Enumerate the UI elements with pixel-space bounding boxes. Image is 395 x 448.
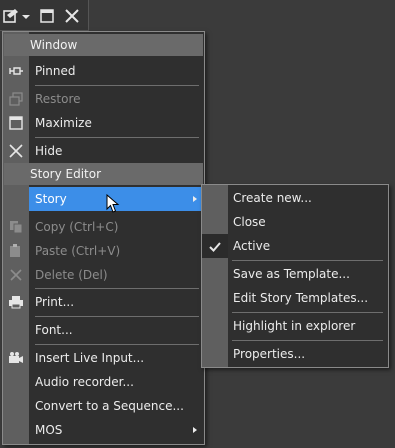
delete-item[interactable]: Delete (Del) (3, 263, 204, 287)
dropdown-arrow-icon[interactable] (20, 6, 32, 26)
close-icon[interactable] (62, 6, 82, 26)
separator (35, 316, 199, 317)
print-icon (8, 295, 24, 309)
separator (232, 340, 383, 341)
print-item[interactable]: Print... (3, 290, 204, 314)
create-new-item[interactable]: Create new... (202, 186, 388, 210)
font-item[interactable]: Font... (3, 318, 204, 342)
separator (35, 344, 199, 345)
active-label: Active (233, 239, 271, 253)
story-editor-header-label: Story Editor (30, 167, 102, 181)
maximize-icon (8, 116, 24, 130)
context-menu: Window Pinned Restore Maximize Hide Stor… (2, 31, 205, 445)
save-as-template-label: Save as Template... (233, 267, 350, 281)
live-input-icon (8, 351, 24, 365)
separator (35, 137, 199, 138)
mos-item[interactable]: MOS (3, 418, 204, 442)
pinned-item[interactable]: Pinned (3, 59, 204, 83)
properties-item[interactable]: Properties... (202, 342, 388, 366)
restore-icon (8, 92, 24, 106)
convert-sequence-label: Convert to a Sequence... (35, 399, 184, 413)
submenu-arrow-icon (193, 196, 197, 202)
insert-live-input-label: Insert Live Input... (35, 351, 145, 365)
separator (232, 312, 383, 313)
story-submenu: Create new... Close Active Save as Templ… (201, 184, 389, 368)
highlight-in-explorer-label: Highlight in explorer (233, 319, 356, 333)
maximize-item[interactable]: Maximize (3, 111, 204, 135)
paste-item[interactable]: Paste (Ctrl+V) (3, 239, 204, 263)
print-label: Print... (35, 295, 75, 309)
maximize-icon[interactable] (37, 6, 57, 26)
separator (35, 288, 199, 289)
submenu-arrow-icon (193, 427, 197, 433)
audio-recorder-item[interactable]: Audio recorder... (3, 370, 204, 394)
copy-icon (8, 220, 24, 234)
save-as-template-item[interactable]: Save as Template... (202, 262, 388, 286)
copy-label: Copy (Ctrl+C) (35, 220, 119, 234)
convert-sequence-item[interactable]: Convert to a Sequence... (3, 394, 204, 418)
hide-icon (8, 144, 24, 158)
highlight-in-explorer-item[interactable]: Highlight in explorer (202, 314, 388, 338)
close-label: Close (233, 215, 266, 229)
menu-icon[interactable] (2, 6, 22, 26)
create-new-label: Create new... (233, 191, 312, 205)
properties-label: Properties... (233, 347, 306, 361)
edit-story-templates-item[interactable]: Edit Story Templates... (202, 286, 388, 310)
restore-label: Restore (35, 92, 81, 106)
audio-recorder-label: Audio recorder... (35, 375, 134, 389)
maximize-label: Maximize (35, 116, 92, 130)
mouse-cursor-icon (106, 194, 120, 214)
separator (232, 260, 383, 261)
pinned-label: Pinned (35, 64, 76, 78)
edit-story-templates-label: Edit Story Templates... (233, 291, 369, 305)
hide-item[interactable]: Hide (3, 139, 204, 163)
window-header-label: Window (30, 38, 78, 52)
separator (35, 85, 199, 86)
font-label: Font... (35, 323, 73, 337)
story-label: Story (35, 192, 67, 206)
mos-label: MOS (35, 423, 63, 437)
close-item[interactable]: Close (202, 210, 388, 234)
delete-icon (8, 268, 24, 282)
paste-icon (8, 244, 24, 258)
insert-live-input-item[interactable]: Insert Live Input... (3, 346, 204, 370)
copy-item[interactable]: Copy (Ctrl+C) (3, 215, 204, 239)
restore-item[interactable]: Restore (3, 87, 204, 111)
delete-label: Delete (Del) (35, 268, 108, 282)
active-item[interactable]: Active (202, 234, 388, 258)
story-editor-section-header: Story Editor (4, 163, 203, 185)
hide-label: Hide (35, 144, 63, 158)
paste-label: Paste (Ctrl+V) (35, 244, 121, 258)
window-section-header: Window (4, 34, 203, 56)
checkmark-icon (207, 240, 223, 254)
pin-icon (8, 64, 24, 78)
window-control-bar (0, 0, 89, 31)
